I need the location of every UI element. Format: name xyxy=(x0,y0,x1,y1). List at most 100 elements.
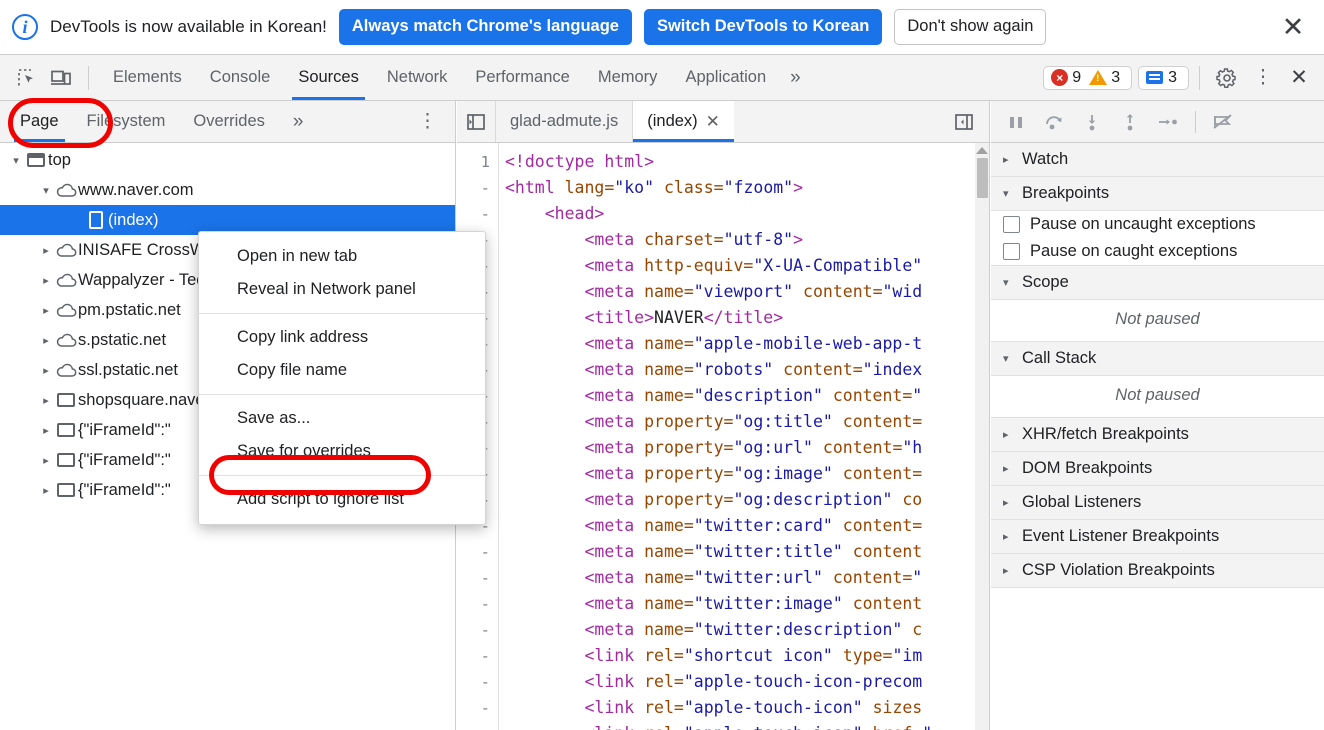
code-line[interactable]: <meta property="og:title" content= xyxy=(499,409,989,435)
menu-item-copy-file-name[interactable]: Copy file name xyxy=(199,354,485,387)
checkbox[interactable] xyxy=(1003,243,1020,260)
navigator-more-tabs-icon[interactable]: » xyxy=(279,101,318,142)
tree-twisty[interactable]: ▸ xyxy=(38,304,54,317)
line-number[interactable]: - xyxy=(457,539,498,565)
tree-twisty[interactable]: ▸ xyxy=(38,244,54,257)
section-header-scope[interactable]: ▾ Scope xyxy=(991,266,1324,300)
code-line[interactable]: <!doctype html> xyxy=(499,149,989,175)
navigator-tab-overrides[interactable]: Overrides xyxy=(179,101,279,142)
navigator-tab-page[interactable]: Page xyxy=(6,101,73,142)
navigator-tab-filesystem[interactable]: Filesystem xyxy=(73,101,180,142)
menu-item-save-for-overrides[interactable]: Save for overrides xyxy=(199,435,485,468)
step-into-icon[interactable] xyxy=(1075,105,1109,139)
code-line[interactable]: <head> xyxy=(499,201,989,227)
pause-uncaught-exceptions-row[interactable]: Pause on uncaught exceptions xyxy=(991,211,1324,238)
checkbox[interactable] xyxy=(1003,216,1020,233)
more-panels-icon[interactable]: » xyxy=(780,67,811,89)
code-line[interactable]: <meta name="twitter:title" content xyxy=(499,539,989,565)
line-number[interactable]: - xyxy=(457,695,498,721)
line-number[interactable]: - xyxy=(457,201,498,227)
code-line[interactable]: <meta name="twitter:card" content= xyxy=(499,513,989,539)
code-line[interactable]: <meta property="og:image" content= xyxy=(499,461,989,487)
code-line[interactable]: <meta property="og:url" content="h xyxy=(499,435,989,461)
code-line[interactable]: <meta name="twitter:description" c xyxy=(499,617,989,643)
tree-twisty[interactable]: ▾ xyxy=(38,184,54,197)
code-line[interactable]: <meta name="robots" content="index xyxy=(499,357,989,383)
code-line[interactable]: <meta name="twitter:image" content xyxy=(499,591,989,617)
deactivate-breakpoints-icon[interactable] xyxy=(1206,105,1240,139)
code-line[interactable]: <link rel="apple-touch-icon" href=" xyxy=(499,721,989,730)
section-header-global-listeners[interactable]: ▸ Global Listeners xyxy=(991,486,1324,520)
line-number[interactable]: - xyxy=(457,617,498,643)
tree-twisty[interactable]: ▸ xyxy=(38,484,54,497)
collapse-left-panel-icon[interactable] xyxy=(457,112,495,132)
tab-console[interactable]: Console xyxy=(196,55,285,100)
editor-scrollbar[interactable] xyxy=(975,143,989,730)
source-code-content[interactable]: <!doctype html> <html lang="ko" class="fz… xyxy=(499,143,989,730)
line-number[interactable]: - xyxy=(457,669,498,695)
tab-memory[interactable]: Memory xyxy=(584,55,672,100)
device-toolbar-icon[interactable] xyxy=(44,61,78,95)
code-line[interactable]: <link rel="apple-touch-icon" sizes xyxy=(499,695,989,721)
menu-item-save-as[interactable]: Save as... xyxy=(199,402,485,435)
always-match-language-button[interactable]: Always match Chrome's language xyxy=(338,9,632,45)
line-number[interactable]: - xyxy=(457,721,498,730)
tree-twisty[interactable]: ▸ xyxy=(38,274,54,287)
dont-show-again-button[interactable]: Don't show again xyxy=(894,9,1047,45)
menu-item-reveal-in-network-panel[interactable]: Reveal in Network panel xyxy=(199,273,485,306)
step-out-icon[interactable] xyxy=(1113,105,1147,139)
switch-to-korean-button[interactable]: Switch DevTools to Korean xyxy=(643,9,883,45)
menu-item-open-in-new-tab[interactable]: Open in new tab xyxy=(199,240,485,273)
issues-counter-group[interactable]: × 9 3 xyxy=(1043,65,1133,90)
code-line[interactable]: <meta name="apple-mobile-web-app-t xyxy=(499,331,989,357)
pause-script-icon[interactable] xyxy=(999,105,1033,139)
tree-twisty[interactable]: ▸ xyxy=(38,364,54,377)
code-line[interactable]: <meta charset="utf-8"> xyxy=(499,227,989,253)
tree-twisty[interactable]: ▸ xyxy=(38,394,54,407)
line-number[interactable]: - xyxy=(457,565,498,591)
tab-sources[interactable]: Sources xyxy=(284,55,373,100)
inspect-element-icon[interactable] xyxy=(10,61,44,95)
more-options-kebab-icon[interactable]: ⋮ xyxy=(1246,61,1280,95)
editor-tab-index[interactable]: (index) ✕ xyxy=(632,101,734,142)
tree-row[interactable]: ▾ www.naver.com xyxy=(0,175,455,205)
section-header-call-stack[interactable]: ▾ Call Stack xyxy=(991,342,1324,376)
code-line[interactable]: <meta name="description" content=" xyxy=(499,383,989,409)
line-number[interactable]: - xyxy=(457,643,498,669)
code-line[interactable]: <meta name="twitter:url" content=" xyxy=(499,565,989,591)
code-line[interactable]: <meta name="viewport" content="wid xyxy=(499,279,989,305)
editor-tab-glad-admute[interactable]: glad-admute.js xyxy=(495,101,632,142)
close-devtools-icon[interactable]: ✕ xyxy=(1282,61,1316,95)
section-header-watch[interactable]: ▸ Watch xyxy=(991,143,1324,177)
tab-network[interactable]: Network xyxy=(373,55,462,100)
section-header-csp-violation-breakpoints[interactable]: ▸ CSP Violation Breakpoints xyxy=(991,554,1324,588)
messages-counter-group[interactable]: 3 xyxy=(1138,65,1189,90)
scrollbar-thumb[interactable] xyxy=(976,158,988,198)
code-line[interactable]: <link rel="apple-touch-icon-precom xyxy=(499,669,989,695)
code-editor[interactable]: 1------------------------- <!doctype htm… xyxy=(457,143,989,730)
code-line[interactable]: <title>NAVER</title> xyxy=(499,305,989,331)
code-line[interactable]: <link rel="shortcut icon" type="im xyxy=(499,643,989,669)
section-header-xhr-breakpoints[interactable]: ▸ XHR/fetch Breakpoints xyxy=(991,418,1324,452)
tab-application[interactable]: Application xyxy=(671,55,780,100)
section-header-breakpoints[interactable]: ▾ Breakpoints xyxy=(991,177,1324,211)
section-header-event-listener-breakpoints[interactable]: ▸ Event Listener Breakpoints xyxy=(991,520,1324,554)
navigator-kebab-icon[interactable]: ⋮ xyxy=(418,112,437,131)
collapse-right-panel-icon[interactable] xyxy=(945,112,983,132)
line-number[interactable]: - xyxy=(457,175,498,201)
line-number[interactable]: - xyxy=(457,591,498,617)
tree-twisty[interactable]: ▸ xyxy=(38,424,54,437)
tab-elements[interactable]: Elements xyxy=(99,55,196,100)
line-number[interactable]: 1 xyxy=(457,149,498,175)
close-notification-icon[interactable]: ✕ xyxy=(1276,10,1310,44)
tree-twisty[interactable]: ▾ xyxy=(8,154,24,167)
tree-twisty[interactable]: ▸ xyxy=(38,454,54,467)
pause-caught-exceptions-row[interactable]: Pause on caught exceptions xyxy=(991,238,1324,265)
step-over-icon[interactable] xyxy=(1037,105,1071,139)
close-icon[interactable]: ✕ xyxy=(706,112,720,132)
menu-item-add-script-to-ignore-list[interactable]: Add script to ignore list xyxy=(199,483,485,516)
code-line[interactable]: <meta property="og:description" co xyxy=(499,487,989,513)
code-line[interactable]: <html lang="ko" class="fzoom"> xyxy=(499,175,989,201)
tree-row[interactable]: ▾ top xyxy=(0,145,455,175)
scroll-up-arrow-icon[interactable] xyxy=(976,147,988,154)
